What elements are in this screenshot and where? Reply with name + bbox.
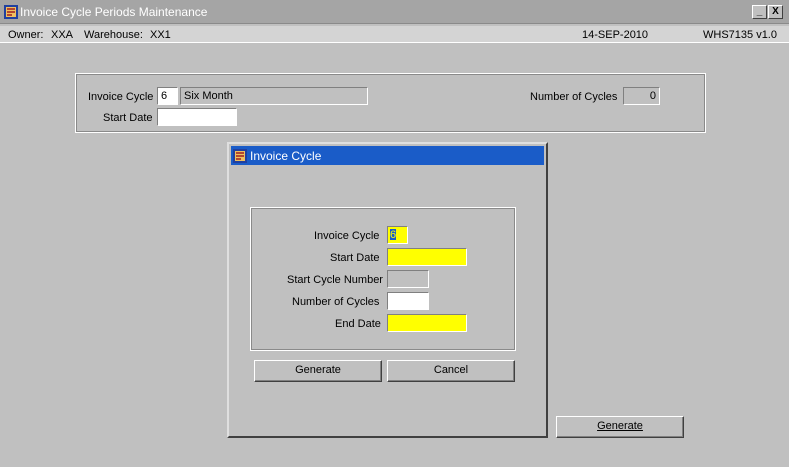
warehouse-value: XX1 [150, 29, 171, 41]
window-titlebar[interactable]: Invoice Cycle Periods Maintenance _ X [0, 0, 789, 24]
minimize-icon[interactable]: _ [752, 5, 767, 19]
app-icon [4, 5, 18, 19]
invoice-cycle-field[interactable]: 6 [157, 87, 178, 105]
start-date-field[interactable] [157, 108, 237, 126]
dialog-number-of-cycles-label: Number of Cycles [292, 296, 380, 308]
dialog-app-icon [233, 149, 247, 163]
dialog-invoice-cycle-label: Invoice Cycle [314, 230, 380, 242]
owner-label: Owner: [8, 29, 44, 41]
generate-button[interactable]: Generate [556, 416, 684, 438]
start-date-label: Start Date [103, 112, 153, 124]
dialog-invoice-cycle-field[interactable]: 6 [387, 226, 408, 244]
warehouse-label: Warehouse: [84, 29, 143, 41]
status-date: 14-SEP-2010 [582, 29, 649, 41]
dialog-titlebar[interactable]: Invoice Cycle [231, 146, 544, 165]
close-icon[interactable]: X [768, 5, 783, 19]
dialog-title: Invoice Cycle [250, 149, 322, 163]
window-title: Invoice Cycle Periods Maintenance [20, 5, 208, 19]
number-of-cycles-field: 0 [623, 87, 660, 105]
generate-button-label: Generate [597, 420, 643, 432]
number-of-cycles-label: Number of Cycles [530, 91, 618, 103]
dialog-start-cycle-number-field [387, 270, 429, 288]
dialog-generate-button[interactable]: Generate [254, 360, 382, 382]
form-version: WHS7135 v1.0 [703, 29, 777, 41]
dialog-start-date-label: Start Date [330, 252, 380, 264]
status-bar: Owner: XXA Warehouse: XX1 14-SEP-2010 WH… [0, 26, 789, 43]
dialog-invoice-cycle-value: 6 [390, 229, 397, 241]
dialog-end-date-label: End Date [335, 318, 381, 330]
dialog-end-date-field[interactable] [387, 314, 467, 332]
invoice-cycle-dialog: Invoice Cycle Invoice Cycle 6 Start Date… [227, 142, 548, 438]
dialog-generate-button-label: Generate [295, 364, 341, 376]
dialog-number-of-cycles-field[interactable] [387, 292, 429, 310]
owner-value: XXA [51, 29, 74, 41]
dialog-start-cycle-number-label: Start Cycle Number [287, 274, 383, 286]
dialog-cancel-button-label: Cancel [433, 364, 469, 376]
dialog-cancel-button[interactable]: Cancel [387, 360, 515, 382]
dialog-start-date-field[interactable] [387, 248, 467, 266]
invoice-cycle-label: Invoice Cycle [88, 91, 154, 103]
invoice-cycle-description: Six Month [180, 87, 368, 105]
